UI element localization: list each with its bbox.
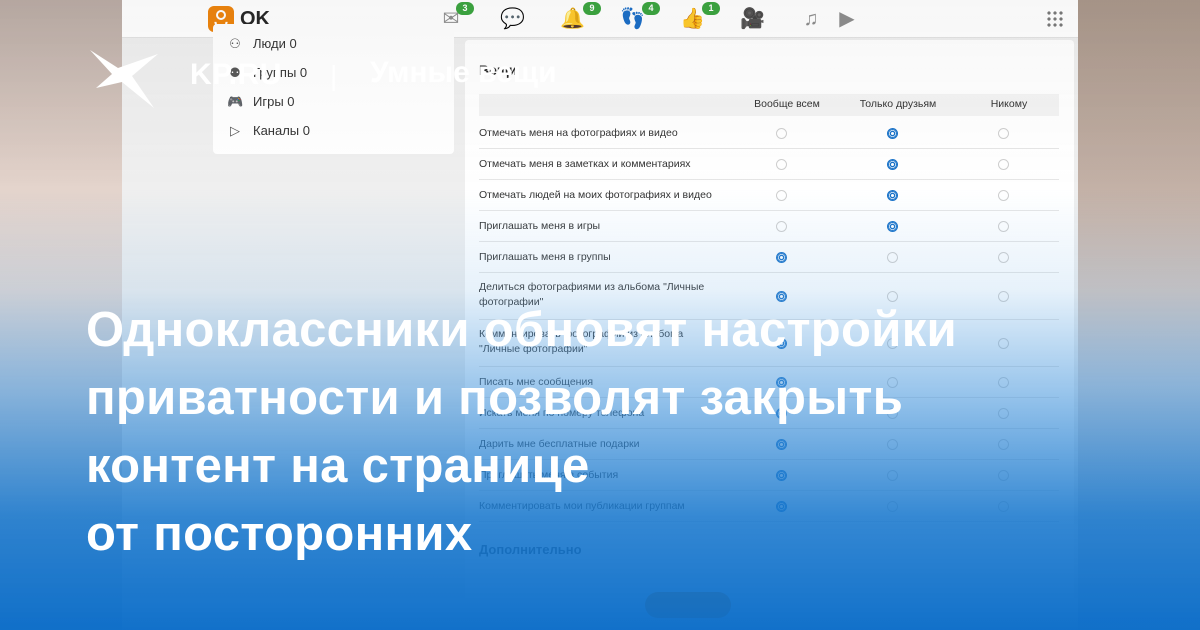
sidebar-item-people[interactable]: ⚇ Люди 0	[227, 34, 297, 54]
radio-friends[interactable]	[887, 158, 898, 170]
privacy-row: Отмечать меня на фотографиях и видео	[479, 118, 1059, 149]
radio-everyone[interactable]	[776, 189, 787, 201]
privacy-row: Приглашать меня в игры	[479, 211, 1059, 242]
privacy-row-label: Приглашать меня в игры	[479, 220, 601, 232]
privacy-row-label: Приглашать меня в группы	[479, 251, 611, 263]
column-friends: Только друзьям	[859, 98, 937, 110]
discussions-icon[interactable]: 💬	[500, 8, 525, 30]
privacy-row-label: Отмечать меня на фотографиях и видео	[479, 127, 678, 139]
radio-friends[interactable]	[887, 189, 898, 201]
radio-nobody[interactable]	[998, 251, 1009, 263]
people-icon: ⚇	[229, 36, 241, 51]
headline-line-1: Одноклассники обновят настройки	[86, 303, 957, 357]
apps-grid-icon[interactable]	[1046, 10, 1064, 28]
radio-everyone[interactable]	[776, 127, 787, 139]
radio-nobody[interactable]	[998, 127, 1009, 139]
privacy-row-label: Отмечать людей на моих фотографиях и вид…	[479, 189, 712, 201]
radio-nobody[interactable]	[998, 189, 1009, 201]
privacy-row: Отмечать меня в заметках и комментариях	[479, 149, 1059, 180]
video-icon[interactable]: 🎥	[740, 8, 765, 30]
radio-everyone[interactable]	[776, 220, 787, 232]
notifications-badge: 9	[583, 2, 601, 15]
channels-icon: ▷	[230, 123, 240, 138]
column-nobody: Никому	[990, 98, 1028, 110]
headline-line-3: контент на странице	[86, 439, 590, 493]
kp-swallow-logo-icon[interactable]	[88, 48, 160, 112]
games-icon: 🎮	[227, 94, 244, 109]
radio-friends[interactable]	[887, 127, 898, 139]
brand-separator: |	[330, 60, 338, 91]
article-headline: Одноклассники обновят настройки приватно…	[86, 296, 1166, 568]
sidebar-item-games[interactable]: 🎮 Игры 0	[227, 92, 295, 112]
music-icon[interactable]: ♫	[800, 8, 822, 30]
events-badge: 1	[702, 2, 720, 15]
notifications-icon[interactable]: 🔔	[560, 8, 585, 30]
privacy-row: Отмечать людей на моих фотографиях и вид…	[479, 180, 1059, 211]
radio-nobody[interactable]	[998, 220, 1009, 232]
radio-friends[interactable]	[887, 251, 898, 263]
column-everyone: Вообще всем	[754, 98, 820, 110]
radio-friends[interactable]	[887, 220, 898, 232]
sidebar-item-channels[interactable]: ▷ Каналы 0	[227, 121, 310, 141]
radio-everyone[interactable]	[776, 158, 787, 170]
privacy-row: Приглашать меня в группы	[479, 242, 1059, 273]
radio-nobody[interactable]	[998, 158, 1009, 170]
guests-icon[interactable]: 👣	[620, 8, 645, 30]
save-button[interactable]	[645, 592, 731, 618]
events-icon[interactable]: 👍	[680, 8, 705, 30]
section-name[interactable]: Умные вещи	[370, 56, 557, 90]
radio-everyone[interactable]	[776, 251, 787, 263]
privacy-row-label: Отмечать меня в заметках и комментариях	[479, 158, 691, 170]
messages-badge: 3	[456, 2, 474, 15]
kp-site-logo[interactable]: KP.RU	[190, 58, 282, 92]
play-icon[interactable]: ▶	[836, 8, 858, 30]
headline-line-2: приватности и позволят закрыть	[86, 371, 904, 425]
guests-badge: 4	[642, 2, 660, 15]
headline-line-4: от посторонних	[86, 507, 473, 561]
